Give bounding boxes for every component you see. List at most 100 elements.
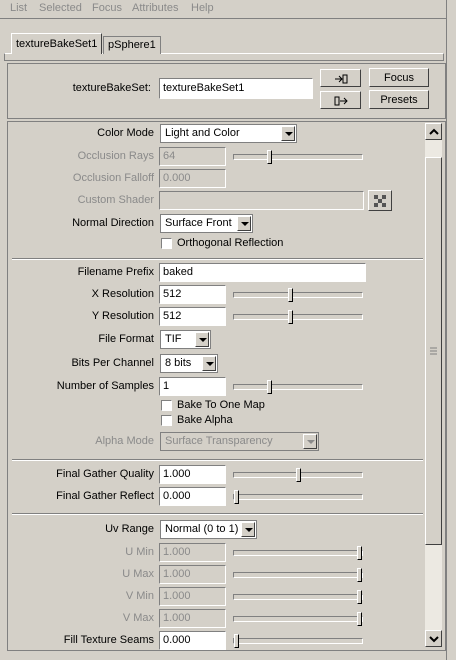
fg-reflect-field[interactable]: 0.000 — [159, 487, 226, 506]
slider-thumb[interactable] — [234, 634, 239, 648]
fill-texture-seams-label: Fill Texture Seams — [63, 634, 154, 646]
custom-shader-field[interactable] — [159, 191, 364, 210]
tab-texturebakeset1[interactable]: textureBakeSet1 — [11, 33, 103, 54]
bake-alpha-label: Bake Alpha — [177, 414, 233, 426]
slider-thumb[interactable] — [357, 546, 362, 560]
fg-quality-label: Final Gather Quality — [56, 468, 154, 480]
slider-thumb[interactable] — [288, 310, 293, 324]
shader-browse-button[interactable] — [368, 190, 392, 211]
menu-help[interactable]: Help — [191, 2, 214, 14]
u-min-field[interactable]: 1.000 — [159, 543, 226, 562]
chevron-down-icon — [303, 434, 317, 449]
slider-thumb[interactable] — [357, 568, 362, 582]
menu-focus[interactable]: Focus — [92, 2, 122, 14]
fg-reflect-slider[interactable] — [233, 490, 363, 504]
filename-prefix-field[interactable]: baked — [159, 263, 366, 282]
number-of-samples-label: Number of Samples — [56, 380, 154, 392]
occlusion-rays-field[interactable]: 64 — [159, 147, 226, 166]
color-mode-dropdown[interactable]: Light and Color — [160, 124, 297, 143]
orthogonal-reflection-checkbox[interactable] — [161, 238, 172, 249]
node-label: textureBakeSet: — [72, 82, 151, 94]
input-connection-icon — [334, 74, 347, 84]
v-max-field[interactable]: 1.000 — [159, 609, 226, 628]
number-of-samples-slider[interactable] — [233, 380, 363, 394]
menu-selected[interactable]: Selected — [39, 2, 82, 14]
custom-shader-label: Custom Shader — [77, 194, 154, 206]
scroll-up-button[interactable] — [425, 123, 442, 140]
bits-per-channel-dropdown[interactable]: 8 bits — [160, 354, 218, 373]
u-max-field[interactable]: 1.000 — [159, 565, 226, 584]
x-resolution-slider[interactable] — [233, 288, 363, 302]
presets-button[interactable]: Presets — [369, 90, 429, 109]
slider-thumb[interactable] — [296, 468, 301, 482]
chevron-down-icon — [429, 636, 439, 643]
tab-psphere1[interactable]: pSphere1 — [103, 36, 161, 54]
output-connection-button[interactable] — [320, 91, 361, 109]
bake-to-one-map-label: Bake To One Map — [177, 399, 265, 411]
chevron-down-icon — [195, 332, 209, 347]
x-resolution-label: X Resolution — [91, 288, 154, 300]
normal-direction-label: Normal Direction — [72, 217, 154, 229]
fill-texture-seams-field[interactable]: 0.000 — [159, 631, 226, 650]
v-min-label: V Min — [125, 590, 154, 602]
section-divider — [12, 459, 423, 461]
y-resolution-label: Y Resolution — [91, 310, 154, 322]
section-divider — [12, 258, 423, 260]
output-connection-icon — [334, 96, 348, 106]
slider-thumb[interactable] — [288, 288, 293, 302]
chevron-down-icon — [237, 216, 251, 231]
occlusion-falloff-label: Occlusion Falloff — [72, 172, 154, 184]
scroll-down-button[interactable] — [425, 630, 442, 647]
u-min-slider[interactable] — [233, 546, 363, 560]
shader-browse-icon — [374, 195, 386, 207]
bits-per-channel-label: Bits Per Channel — [71, 357, 154, 369]
occlusion-falloff-field[interactable]: 0.000 — [159, 169, 226, 188]
chevron-down-icon — [241, 522, 255, 537]
color-mode-label: Color Mode — [97, 127, 154, 139]
grip-icon — [430, 347, 437, 355]
v-min-field[interactable]: 1.000 — [159, 587, 226, 606]
slider-thumb[interactable] — [234, 490, 239, 504]
orthogonal-reflection-label: Orthogonal Reflection — [177, 237, 284, 249]
node-name-field[interactable]: textureBakeSet1 — [159, 78, 313, 99]
u-min-label: U Min — [125, 546, 154, 558]
fg-quality-field[interactable]: 1.000 — [159, 465, 226, 484]
occlusion-rays-slider[interactable] — [233, 150, 363, 164]
v-max-label: V Max — [122, 612, 154, 624]
u-max-label: U Max — [122, 568, 154, 580]
section-divider — [12, 513, 423, 515]
menu-attributes[interactable]: Attributes — [132, 2, 178, 14]
normal-direction-dropdown[interactable]: Surface Front — [160, 214, 253, 233]
vertical-scrollbar[interactable] — [425, 123, 442, 647]
number-of-samples-field[interactable]: 1 — [159, 377, 226, 396]
menu-bar: List Selected Focus Attributes Help — [0, 0, 446, 18]
chevron-up-icon — [429, 128, 439, 135]
fill-texture-seams-slider[interactable] — [233, 634, 363, 648]
window-edge — [446, 0, 456, 660]
alpha-mode-dropdown[interactable]: Surface Transparency — [160, 432, 319, 451]
slider-thumb[interactable] — [267, 150, 272, 164]
slider-thumb[interactable] — [267, 380, 272, 394]
u-max-slider[interactable] — [233, 568, 363, 582]
fg-quality-slider[interactable] — [233, 468, 363, 482]
v-min-slider[interactable] — [233, 590, 363, 604]
uv-range-dropdown[interactable]: Normal (0 to 1) — [160, 520, 257, 539]
y-resolution-slider[interactable] — [233, 310, 363, 324]
bake-to-one-map-checkbox[interactable] — [161, 400, 172, 411]
input-connection-button[interactable] — [320, 69, 361, 87]
scroll-thumb[interactable] — [425, 157, 442, 545]
file-format-dropdown[interactable]: TIF — [160, 330, 211, 349]
chevron-down-icon — [281, 126, 295, 141]
occlusion-rays-label: Occlusion Rays — [77, 150, 154, 162]
fg-reflect-label: Final Gather Reflect — [56, 490, 154, 502]
y-resolution-field[interactable]: 512 — [159, 307, 226, 326]
focus-button[interactable]: Focus — [369, 68, 429, 87]
v-max-slider[interactable] — [233, 612, 363, 626]
slider-thumb[interactable] — [357, 612, 362, 626]
divider — [0, 18, 446, 19]
bake-alpha-checkbox[interactable] — [161, 415, 172, 426]
slider-thumb[interactable] — [357, 590, 362, 604]
menu-list[interactable]: List — [10, 2, 27, 14]
x-resolution-field[interactable]: 512 — [159, 285, 226, 304]
file-format-label: File Format — [98, 333, 154, 345]
